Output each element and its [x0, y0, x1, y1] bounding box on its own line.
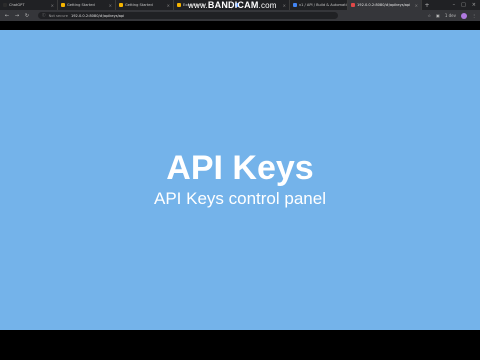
star-icon[interactable]: ☆: [427, 13, 431, 18]
page-title: API Keys: [166, 149, 314, 187]
toolbar-actions: ☆ ▣ 1 dev ⋮: [427, 12, 476, 19]
tab-title: ChatGPT: [9, 3, 25, 7]
tab-favicon-icon: [177, 3, 181, 7]
tab-close-icon[interactable]: ×: [109, 3, 112, 8]
tab-title: Getting Started: [67, 3, 95, 7]
browser-tab[interactable]: v1 / API / Build & Automating Tip...×: [290, 0, 348, 10]
tab-close-icon[interactable]: ×: [51, 3, 54, 8]
watermark-prefix: www.: [188, 1, 208, 10]
tab-favicon-icon: [293, 3, 297, 7]
tab-favicon-icon: [3, 3, 7, 7]
tab-favicon-icon: [61, 3, 65, 7]
tab-title: Getting Started: [125, 3, 153, 7]
page-subtitle: API Keys control panel: [154, 189, 326, 208]
recording-watermark: www.BANDICAM.com: [188, 0, 277, 10]
new-tab-icon[interactable]: +: [422, 0, 432, 10]
reload-icon[interactable]: ↻: [24, 13, 30, 19]
avatar[interactable]: [461, 12, 467, 19]
back-icon[interactable]: ←: [4, 13, 10, 19]
window-controls: – □ ×: [453, 0, 480, 10]
menu-icon[interactable]: ⋮: [472, 13, 476, 18]
browser-tab[interactable]: Getting Started ×: [116, 0, 174, 10]
page-viewport: API Keys API Keys control panel: [0, 30, 480, 330]
tab-favicon-icon: [119, 3, 123, 7]
info-icon[interactable]: ⓘ: [42, 13, 46, 18]
watermark-brand: BANDICAM: [207, 0, 259, 10]
extensions-icon[interactable]: ▣: [436, 13, 440, 18]
tab-close-icon[interactable]: ×: [167, 3, 170, 8]
close-icon[interactable]: ×: [472, 2, 476, 8]
tab-close-icon[interactable]: ×: [415, 3, 418, 8]
browser-toolbar: ← → ↻ ⓘ Not secure 192.0.0.2:8080/#/apik…: [0, 10, 480, 21]
watermark-suffix: .com: [258, 1, 277, 10]
tab-close-icon[interactable]: ×: [283, 3, 286, 8]
hero: API Keys API Keys control panel: [0, 151, 480, 209]
profile-label: 1 dev: [444, 13, 456, 18]
tab-title: 192.0.0.2:8080/#/apikeys/api: [357, 3, 411, 7]
letterbox-top: ChatGPT × Getting Started × Getting Started ×…: [0, 0, 480, 30]
browser-tab[interactable]: 192.0.0.2:8080/#/apikeys/api ×: [348, 0, 422, 10]
address-bar[interactable]: ⓘ Not secure 192.0.0.2:8080/#/apikeys/ap…: [38, 12, 338, 19]
letterbox-bottom: [0, 330, 480, 360]
maximize-icon[interactable]: □: [461, 2, 466, 8]
url-text: 192.0.0.2:8080/#/apikeys/api: [70, 13, 125, 18]
tab-title: v1 / API / Build & Automating Tip...: [299, 3, 347, 7]
minimize-icon[interactable]: –: [453, 2, 456, 8]
browser-tab[interactable]: ChatGPT ×: [0, 0, 58, 10]
browser-tab[interactable]: Getting Started ×: [58, 0, 116, 10]
security-label: Not secure: [48, 13, 68, 18]
forward-icon[interactable]: →: [14, 13, 20, 19]
tab-favicon-icon: [351, 3, 355, 7]
